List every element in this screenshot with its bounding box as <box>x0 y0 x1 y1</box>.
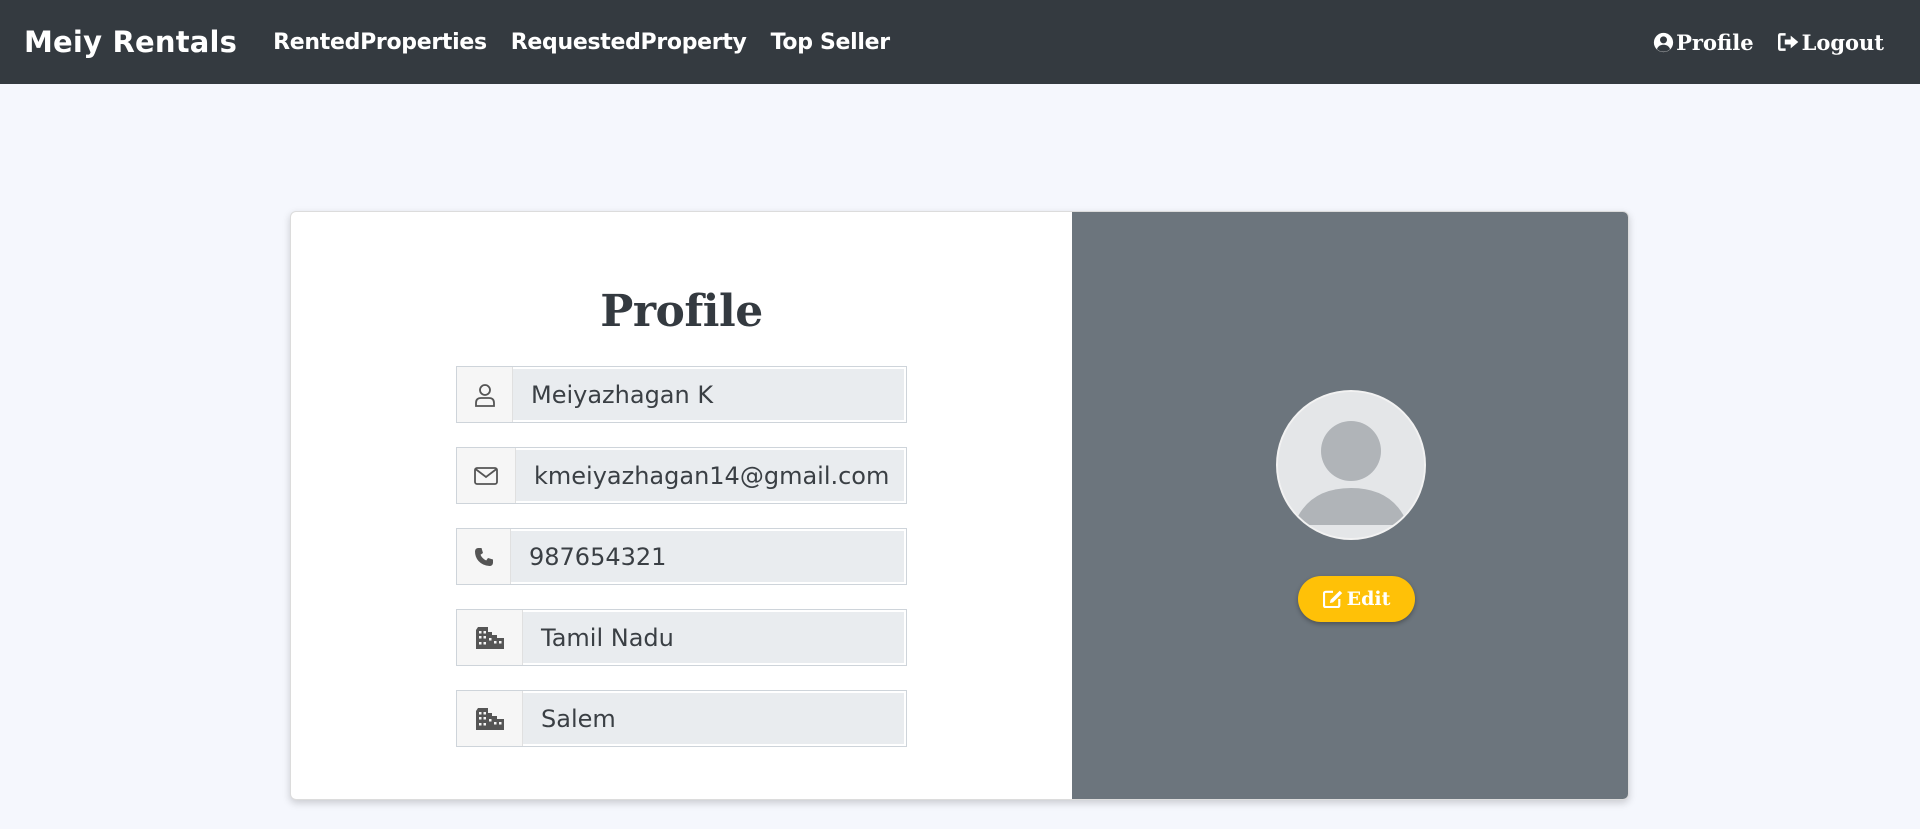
nav-right-group: Profile Logout <box>1629 30 1896 55</box>
building-icon <box>475 707 504 730</box>
user-icon <box>474 383 495 407</box>
top-navbar: Meiy Rentals RentedProperties RequestedP… <box>0 0 1920 84</box>
name-field-addon <box>457 367 513 422</box>
envelope-icon <box>474 466 498 485</box>
email-field: kmeiyazhagan14@gmail.com <box>456 447 907 504</box>
nav-link-requested-property[interactable]: RequestedProperty <box>511 30 747 55</box>
email-value[interactable]: kmeiyazhagan14@gmail.com <box>516 448 906 503</box>
user-circle-icon <box>1653 32 1674 52</box>
nav-link-rented-properties[interactable]: RentedProperties <box>273 30 487 55</box>
phone-value[interactable]: 987654321 <box>511 529 906 584</box>
brand-logo[interactable]: Meiy Rentals <box>24 25 237 59</box>
state-field-addon <box>457 610 523 665</box>
avatar <box>1276 390 1426 540</box>
page-title: Profile <box>600 286 763 337</box>
default-avatar-icon <box>1278 392 1424 538</box>
nav-logout-link[interactable]: Logout <box>1777 29 1884 55</box>
city-field: Salem <box>456 690 907 747</box>
phone-field-addon <box>457 529 511 584</box>
building-icon <box>475 626 504 649</box>
state-field: Tamil Nadu <box>456 609 907 666</box>
edit-icon <box>1322 590 1342 608</box>
phone-field: 987654321 <box>456 528 907 585</box>
name-field: Meiyazhagan K <box>456 366 907 423</box>
nav-logout-label: Logout <box>1801 29 1884 55</box>
avatar-panel: Edit <box>1072 212 1628 799</box>
state-value[interactable]: Tamil Nadu <box>523 610 906 665</box>
profile-card: Profile Meiyazhagan K kmeiyazhagan14@gma… <box>290 211 1629 800</box>
edit-button-label: Edit <box>1346 588 1391 610</box>
nav-profile-link[interactable]: Profile <box>1653 29 1754 55</box>
phone-icon <box>474 547 493 566</box>
name-value[interactable]: Meiyazhagan K <box>513 367 906 422</box>
nav-link-top-seller[interactable]: Top Seller <box>771 30 891 55</box>
nav-profile-label: Profile <box>1676 29 1754 55</box>
email-field-addon <box>457 448 516 503</box>
edit-button[interactable]: Edit <box>1298 576 1415 622</box>
sign-out-icon <box>1777 33 1798 51</box>
city-field-addon <box>457 691 523 746</box>
city-value[interactable]: Salem <box>523 691 906 746</box>
profile-info-panel: Profile Meiyazhagan K kmeiyazhagan14@gma… <box>291 212 1072 799</box>
